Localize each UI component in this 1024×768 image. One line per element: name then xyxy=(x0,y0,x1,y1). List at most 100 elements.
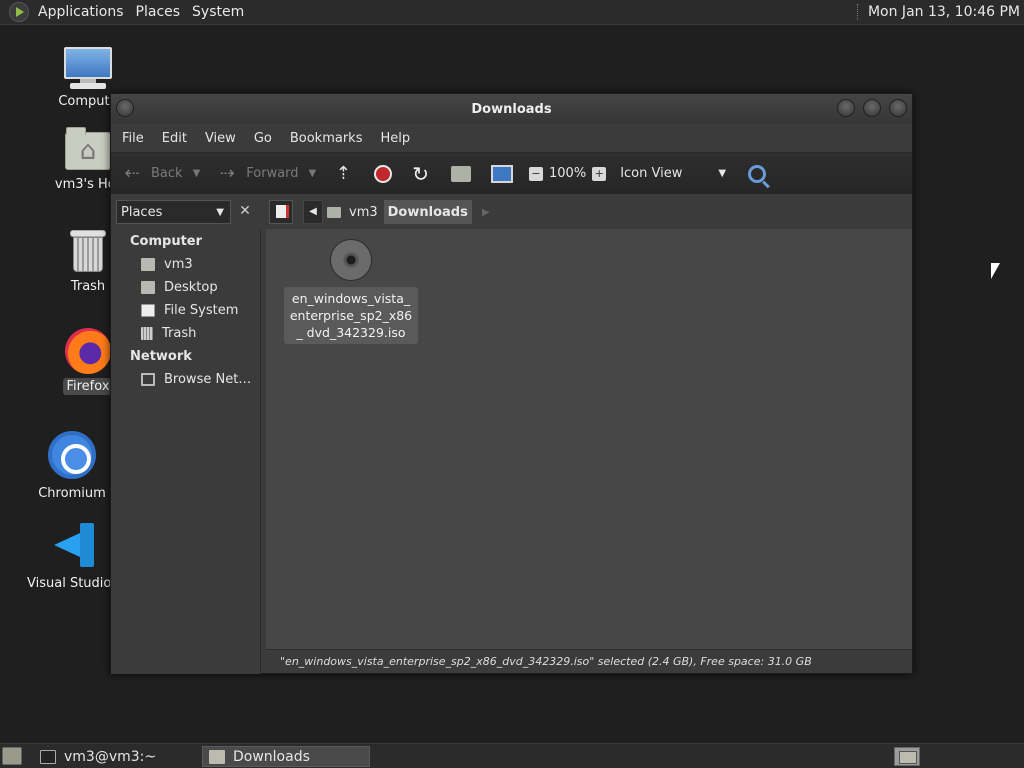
panel-menu: Applications Places System xyxy=(0,0,250,25)
firefox-icon xyxy=(65,328,111,374)
task-downloads[interactable]: Downloads xyxy=(202,746,370,767)
view-mode-select[interactable]: Icon View ▼ xyxy=(620,166,726,181)
sidebar-item-label: Trash xyxy=(162,326,197,341)
edit-location-icon[interactable] xyxy=(269,200,293,224)
system-menu[interactable]: System xyxy=(186,4,250,20)
sidebar-item-file-system[interactable]: File System xyxy=(111,299,260,322)
breadcrumb-label: vm3 xyxy=(349,204,378,220)
view-mode-label: Icon View xyxy=(620,166,683,181)
breadcrumb-label: Downloads xyxy=(387,204,468,220)
terminal-icon xyxy=(40,749,56,764)
task-label: Downloads xyxy=(233,748,310,765)
sidebar-section-computer: Computer xyxy=(130,234,203,249)
top-panel: Applications Places System Mon Jan 13, 1… xyxy=(0,0,1024,25)
network-icon xyxy=(141,373,155,386)
desktop-folder-icon xyxy=(141,281,155,294)
computer-icon[interactable] xyxy=(491,164,514,183)
sidebar-type-label: Places xyxy=(121,204,163,220)
task-terminal[interactable]: vm3@vm3:~ xyxy=(34,746,198,767)
places-menu[interactable]: Places xyxy=(130,4,187,20)
close-sidebar-icon[interactable]: ✕ xyxy=(233,200,257,224)
sidebar-item-label: vm3 xyxy=(164,257,193,272)
file-view[interactable]: en_windows_vista_ enterprise_sp2_x86_ dv… xyxy=(266,229,912,649)
menubar: File Edit View Go Bookmarks Help xyxy=(111,124,912,152)
menu-help[interactable]: Help xyxy=(374,131,416,146)
home-folder-icon xyxy=(141,258,155,271)
file-manager-window: Downloads File Edit View Go Bookmarks He… xyxy=(110,93,913,674)
sidebar-item-browse-network[interactable]: Browse Net… xyxy=(111,368,260,391)
location-bar: Places ▼ ✕ ◀ vm3 Downloads ▶ xyxy=(111,195,912,229)
status-bar: "en_windows_vista_enterprise_sp2_x86_dvd… xyxy=(266,649,912,673)
forward-label: Forward xyxy=(246,166,299,181)
file-name: en_windows_vista_ enterprise_sp2_x86_ dv… xyxy=(284,287,418,344)
close-button[interactable] xyxy=(889,99,907,117)
forward-history-dropdown[interactable]: ▼ xyxy=(309,168,317,179)
up-arrow-icon: ⇡ xyxy=(335,163,351,184)
bottom-panel: vm3@vm3:~ Downloads xyxy=(0,743,1024,768)
menu-view[interactable]: View xyxy=(199,131,242,146)
forward-button[interactable]: ⇢ Forward ▼ xyxy=(216,159,328,189)
window-titlebar[interactable]: Downloads xyxy=(111,94,912,124)
sidebar-item-desktop[interactable]: Desktop xyxy=(111,276,260,299)
places-sidebar: Computer vm3 Desktop File System Trash N… xyxy=(111,229,261,674)
desktop-icon-vscode[interactable]: Visual Studio Co xyxy=(24,523,133,592)
path-left-arrow-icon[interactable]: ◀ xyxy=(303,200,323,224)
mouse-pointer-icon xyxy=(991,263,1000,279)
chevron-down-icon: ▼ xyxy=(216,206,224,218)
desktop-icon-label: Chromium xyxy=(38,486,106,501)
disc-image-icon xyxy=(330,239,372,281)
zoom-level: 100% xyxy=(549,166,587,181)
window-menu-icon[interactable] xyxy=(116,99,134,117)
home-icon[interactable] xyxy=(451,165,472,182)
sidebar-section-network: Network xyxy=(130,349,192,364)
distro-logo-icon[interactable] xyxy=(9,2,29,22)
zoom-in-icon[interactable]: + xyxy=(592,166,607,181)
sidebar-type-select[interactable]: Places ▼ xyxy=(116,200,231,224)
stop-icon[interactable] xyxy=(374,164,393,183)
reload-icon[interactable]: ↻ xyxy=(412,162,429,186)
task-label: vm3@vm3:~ xyxy=(64,748,157,765)
path-right-arrow-icon[interactable]: ▶ xyxy=(482,207,490,218)
breadcrumb: ◀ vm3 Downloads ▶ xyxy=(269,200,490,224)
back-arrow-icon: ⇠ xyxy=(124,163,140,184)
workspace-switcher-icon[interactable] xyxy=(894,747,920,766)
desktop-icon-label: Trash xyxy=(70,279,106,294)
menu-bookmarks[interactable]: Bookmarks xyxy=(284,131,369,146)
panel-separator xyxy=(856,4,859,20)
menu-edit[interactable]: Edit xyxy=(156,131,193,146)
breadcrumb-vm3[interactable]: vm3 xyxy=(323,200,382,224)
computer-icon xyxy=(64,47,112,89)
menu-file[interactable]: File xyxy=(116,131,150,146)
clock[interactable]: Mon Jan 13, 10:46 PM xyxy=(868,4,1024,20)
search-icon[interactable] xyxy=(748,164,767,183)
window-title: Downloads xyxy=(471,101,552,117)
show-desktop-icon[interactable] xyxy=(2,747,22,765)
up-button[interactable]: ⇡ xyxy=(332,159,362,189)
trash-icon xyxy=(70,230,106,272)
sidebar-item-label: File System xyxy=(164,303,239,318)
drive-icon xyxy=(141,304,155,317)
back-label: Back xyxy=(151,166,183,181)
breadcrumb-downloads[interactable]: Downloads xyxy=(383,200,472,224)
desktop-icon-label: Firefox xyxy=(63,378,113,395)
back-button[interactable]: ⇠ Back ▼ xyxy=(121,159,212,189)
folder-icon xyxy=(209,749,225,764)
sidebar-item-trash[interactable]: Trash xyxy=(111,322,260,345)
home-folder-icon xyxy=(65,127,111,170)
vscode-icon xyxy=(52,523,96,567)
file-item[interactable]: en_windows_vista_ enterprise_sp2_x86_ dv… xyxy=(284,239,418,344)
toolbar: ⇠ Back ▼ ⇢ Forward ▼ ⇡ ↻ − 100% + Icon V… xyxy=(111,152,912,194)
sidebar-item-label: Desktop xyxy=(164,280,218,295)
zoom-out-icon[interactable]: − xyxy=(529,166,544,181)
chromium-icon xyxy=(48,431,96,479)
desktop-icon-chromium[interactable]: Chromium xyxy=(22,431,122,502)
maximize-button[interactable] xyxy=(863,99,881,117)
back-history-dropdown[interactable]: ▼ xyxy=(193,168,201,179)
trash-icon xyxy=(141,327,153,340)
minimize-button[interactable] xyxy=(837,99,855,117)
chevron-down-icon: ▼ xyxy=(718,168,727,179)
applications-menu[interactable]: Applications xyxy=(32,4,130,20)
forward-arrow-icon: ⇢ xyxy=(219,163,235,184)
menu-go[interactable]: Go xyxy=(248,131,278,146)
sidebar-item-vm3[interactable]: vm3 xyxy=(111,253,260,276)
